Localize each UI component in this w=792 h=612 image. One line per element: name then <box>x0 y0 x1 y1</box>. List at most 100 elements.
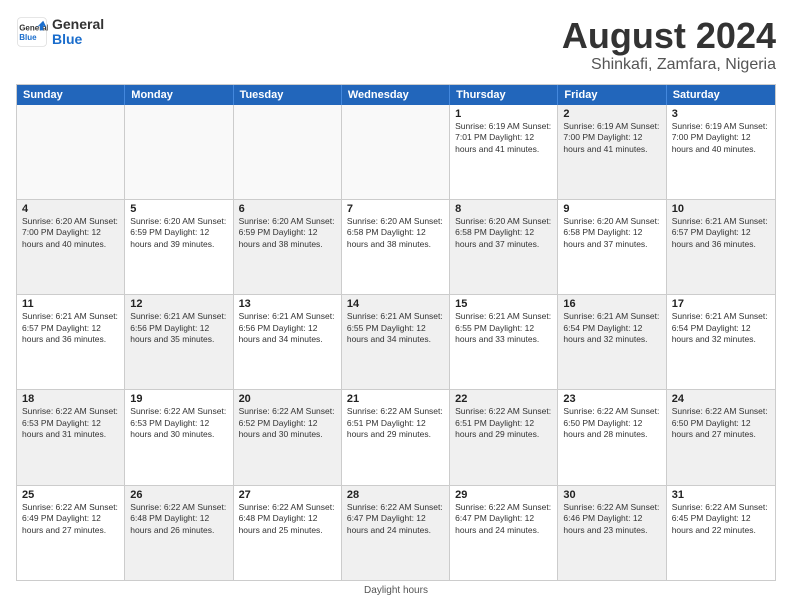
day-number: 4 <box>22 203 119 215</box>
day-info: Sunrise: 6:22 AM Sunset: 6:53 PM Dayligh… <box>22 406 119 440</box>
day-number: 16 <box>563 298 660 310</box>
calendar-cell: 5Sunrise: 6:20 AM Sunset: 6:59 PM Daylig… <box>125 200 233 294</box>
calendar-row-4: 25Sunrise: 6:22 AM Sunset: 6:49 PM Dayli… <box>17 485 775 580</box>
calendar-cell: 17Sunrise: 6:21 AM Sunset: 6:54 PM Dayli… <box>667 295 775 389</box>
calendar-cell: 6Sunrise: 6:20 AM Sunset: 6:59 PM Daylig… <box>234 200 342 294</box>
day-number: 17 <box>672 298 770 310</box>
calendar-cell: 26Sunrise: 6:22 AM Sunset: 6:48 PM Dayli… <box>125 486 233 580</box>
calendar-row-3: 18Sunrise: 6:22 AM Sunset: 6:53 PM Dayli… <box>17 389 775 484</box>
header-day-thursday: Thursday <box>450 85 558 105</box>
day-info: Sunrise: 6:22 AM Sunset: 6:51 PM Dayligh… <box>347 406 444 440</box>
calendar-cell: 21Sunrise: 6:22 AM Sunset: 6:51 PM Dayli… <box>342 390 450 484</box>
calendar-cell: 25Sunrise: 6:22 AM Sunset: 6:49 PM Dayli… <box>17 486 125 580</box>
header-day-sunday: Sunday <box>17 85 125 105</box>
day-info: Sunrise: 6:21 AM Sunset: 6:56 PM Dayligh… <box>130 311 227 345</box>
day-number: 25 <box>22 489 119 501</box>
day-info: Sunrise: 6:21 AM Sunset: 6:55 PM Dayligh… <box>347 311 444 345</box>
header-day-tuesday: Tuesday <box>234 85 342 105</box>
day-info: Sunrise: 6:22 AM Sunset: 6:47 PM Dayligh… <box>455 502 552 536</box>
calendar-body: 1Sunrise: 6:19 AM Sunset: 7:01 PM Daylig… <box>17 105 775 580</box>
day-number: 13 <box>239 298 336 310</box>
day-number: 12 <box>130 298 227 310</box>
day-info: Sunrise: 6:22 AM Sunset: 6:48 PM Dayligh… <box>130 502 227 536</box>
day-number: 3 <box>672 108 770 120</box>
calendar-cell: 16Sunrise: 6:21 AM Sunset: 6:54 PM Dayli… <box>558 295 666 389</box>
calendar-cell: 14Sunrise: 6:21 AM Sunset: 6:55 PM Dayli… <box>342 295 450 389</box>
page: General Blue General Blue August 2024 Sh… <box>0 0 792 612</box>
calendar-cell: 4Sunrise: 6:20 AM Sunset: 7:00 PM Daylig… <box>17 200 125 294</box>
calendar-cell: 2Sunrise: 6:19 AM Sunset: 7:00 PM Daylig… <box>558 105 666 199</box>
calendar-row-2: 11Sunrise: 6:21 AM Sunset: 6:57 PM Dayli… <box>17 294 775 389</box>
calendar-cell: 23Sunrise: 6:22 AM Sunset: 6:50 PM Dayli… <box>558 390 666 484</box>
day-info: Sunrise: 6:22 AM Sunset: 6:47 PM Dayligh… <box>347 502 444 536</box>
day-number: 28 <box>347 489 444 501</box>
calendar-cell: 7Sunrise: 6:20 AM Sunset: 6:58 PM Daylig… <box>342 200 450 294</box>
day-number: 29 <box>455 489 552 501</box>
day-info: Sunrise: 6:22 AM Sunset: 6:49 PM Dayligh… <box>22 502 119 536</box>
calendar-cell: 8Sunrise: 6:20 AM Sunset: 6:58 PM Daylig… <box>450 200 558 294</box>
day-info: Sunrise: 6:20 AM Sunset: 6:58 PM Dayligh… <box>347 216 444 250</box>
day-number: 26 <box>130 489 227 501</box>
calendar-row-1: 4Sunrise: 6:20 AM Sunset: 7:00 PM Daylig… <box>17 199 775 294</box>
day-number: 24 <box>672 393 770 405</box>
day-info: Sunrise: 6:20 AM Sunset: 6:58 PM Dayligh… <box>563 216 660 250</box>
logo-line2: Blue <box>52 32 104 47</box>
calendar-cell: 30Sunrise: 6:22 AM Sunset: 6:46 PM Dayli… <box>558 486 666 580</box>
day-number: 22 <box>455 393 552 405</box>
calendar-cell: 28Sunrise: 6:22 AM Sunset: 6:47 PM Dayli… <box>342 486 450 580</box>
calendar-cell <box>125 105 233 199</box>
calendar-cell <box>17 105 125 199</box>
header-day-saturday: Saturday <box>667 85 775 105</box>
day-info: Sunrise: 6:21 AM Sunset: 6:57 PM Dayligh… <box>22 311 119 345</box>
svg-text:Blue: Blue <box>19 33 37 42</box>
title-block: August 2024 Shinkafi, Zamfara, Nigeria <box>562 16 776 74</box>
calendar-cell: 15Sunrise: 6:21 AM Sunset: 6:55 PM Dayli… <box>450 295 558 389</box>
calendar-cell: 9Sunrise: 6:20 AM Sunset: 6:58 PM Daylig… <box>558 200 666 294</box>
header-day-friday: Friday <box>558 85 666 105</box>
calendar-cell <box>342 105 450 199</box>
header-day-wednesday: Wednesday <box>342 85 450 105</box>
day-info: Sunrise: 6:20 AM Sunset: 7:00 PM Dayligh… <box>22 216 119 250</box>
day-info: Sunrise: 6:22 AM Sunset: 6:52 PM Dayligh… <box>239 406 336 440</box>
day-number: 15 <box>455 298 552 310</box>
calendar-header: SundayMondayTuesdayWednesdayThursdayFrid… <box>17 85 775 105</box>
calendar-cell: 27Sunrise: 6:22 AM Sunset: 6:48 PM Dayli… <box>234 486 342 580</box>
calendar-cell: 10Sunrise: 6:21 AM Sunset: 6:57 PM Dayli… <box>667 200 775 294</box>
day-info: Sunrise: 6:19 AM Sunset: 7:00 PM Dayligh… <box>672 121 770 155</box>
day-number: 10 <box>672 203 770 215</box>
footer-note: Daylight hours <box>16 585 776 596</box>
logo-line1: General <box>52 17 104 32</box>
day-number: 5 <box>130 203 227 215</box>
subtitle: Shinkafi, Zamfara, Nigeria <box>562 56 776 74</box>
calendar-cell: 12Sunrise: 6:21 AM Sunset: 6:56 PM Dayli… <box>125 295 233 389</box>
calendar-cell: 1Sunrise: 6:19 AM Sunset: 7:01 PM Daylig… <box>450 105 558 199</box>
day-number: 31 <box>672 489 770 501</box>
calendar-cell: 22Sunrise: 6:22 AM Sunset: 6:51 PM Dayli… <box>450 390 558 484</box>
day-info: Sunrise: 6:22 AM Sunset: 6:50 PM Dayligh… <box>672 406 770 440</box>
calendar-cell: 20Sunrise: 6:22 AM Sunset: 6:52 PM Dayli… <box>234 390 342 484</box>
day-number: 21 <box>347 393 444 405</box>
day-info: Sunrise: 6:21 AM Sunset: 6:54 PM Dayligh… <box>563 311 660 345</box>
day-info: Sunrise: 6:21 AM Sunset: 6:54 PM Dayligh… <box>672 311 770 345</box>
day-number: 30 <box>563 489 660 501</box>
day-number: 20 <box>239 393 336 405</box>
day-number: 19 <box>130 393 227 405</box>
calendar-cell: 3Sunrise: 6:19 AM Sunset: 7:00 PM Daylig… <box>667 105 775 199</box>
calendar-cell: 31Sunrise: 6:22 AM Sunset: 6:45 PM Dayli… <box>667 486 775 580</box>
day-info: Sunrise: 6:19 AM Sunset: 7:00 PM Dayligh… <box>563 121 660 155</box>
day-info: Sunrise: 6:20 AM Sunset: 6:59 PM Dayligh… <box>239 216 336 250</box>
day-info: Sunrise: 6:22 AM Sunset: 6:45 PM Dayligh… <box>672 502 770 536</box>
day-info: Sunrise: 6:22 AM Sunset: 6:53 PM Dayligh… <box>130 406 227 440</box>
day-info: Sunrise: 6:21 AM Sunset: 6:56 PM Dayligh… <box>239 311 336 345</box>
day-number: 23 <box>563 393 660 405</box>
day-number: 27 <box>239 489 336 501</box>
day-number: 18 <box>22 393 119 405</box>
day-number: 14 <box>347 298 444 310</box>
logo-icon: General Blue <box>16 16 48 48</box>
calendar-cell <box>234 105 342 199</box>
main-title: August 2024 <box>562 16 776 56</box>
day-number: 11 <box>22 298 119 310</box>
logo: General Blue General Blue <box>16 16 104 48</box>
day-info: Sunrise: 6:20 AM Sunset: 6:58 PM Dayligh… <box>455 216 552 250</box>
calendar-cell: 18Sunrise: 6:22 AM Sunset: 6:53 PM Dayli… <box>17 390 125 484</box>
